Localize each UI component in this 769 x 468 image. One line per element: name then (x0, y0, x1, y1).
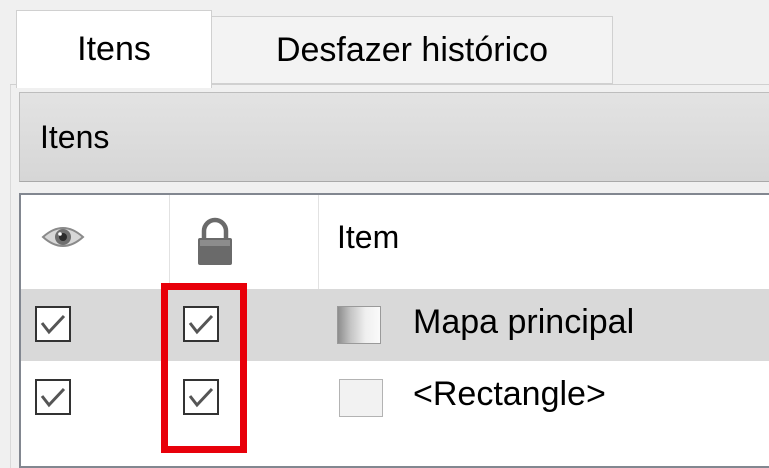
tab-undo-history[interactable]: Desfazer histórico (211, 16, 613, 84)
items-tree[interactable]: Item Mapa principal <Rectangle> (19, 193, 769, 468)
panel-title: Itens (40, 118, 110, 155)
tab-undo-history-label: Desfazer histórico (275, 30, 549, 69)
top-strip (0, 0, 769, 10)
tree-header: Item (21, 195, 769, 290)
item-label[interactable]: <Rectangle> (413, 375, 606, 414)
eye-icon (41, 227, 85, 247)
header-separator (169, 195, 170, 289)
left-edge (0, 84, 11, 468)
tab-items[interactable]: Itens (16, 10, 212, 88)
visible-checkbox[interactable] (35, 379, 71, 415)
check-icon (40, 387, 66, 408)
check-icon (40, 314, 66, 335)
lock-icon (198, 217, 232, 265)
visible-checkbox[interactable] (35, 306, 71, 342)
rectangle-item-icon (339, 379, 383, 417)
tree-row[interactable]: Mapa principal (21, 289, 769, 361)
header-separator (318, 195, 319, 289)
map-item-icon (337, 306, 381, 344)
item-column-header: Item (337, 219, 400, 255)
tab-items-label: Itens (77, 30, 151, 68)
tree-row[interactable]: <Rectangle> (21, 361, 769, 433)
lock-column-highlight (161, 283, 247, 453)
item-label[interactable]: Mapa principal (413, 303, 634, 342)
panel-title-bar: Itens (19, 92, 769, 182)
